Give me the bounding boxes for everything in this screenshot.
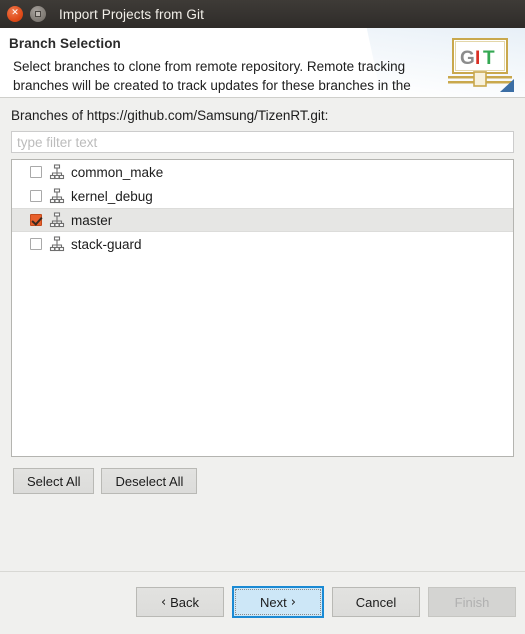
next-button[interactable]: Next › [232, 586, 324, 618]
back-button[interactable]: ‹ Back [136, 587, 224, 617]
finish-button: Finish [428, 587, 516, 617]
dialog-header: Branch Selection Select branches to clon… [0, 28, 525, 98]
branch-name: stack-guard [71, 236, 142, 252]
git-branch-icon [49, 164, 65, 180]
import-projects-dialog: ✕ Import Projects from Git Branch Select… [0, 0, 525, 634]
deselect-all-button[interactable]: Deselect All [101, 468, 198, 494]
select-all-button[interactable]: Select All [13, 468, 95, 494]
dialog-footer: ‹ Back Next › Cancel Finish [0, 571, 525, 634]
list-item[interactable]: common_make [12, 160, 513, 184]
selection-buttons: Select All Deselect All [13, 468, 198, 494]
page-title: Branch Selection [9, 36, 121, 51]
branch-checkbox[interactable] [30, 214, 42, 226]
list-item[interactable]: kernel_debug [12, 184, 513, 208]
wizard-navigation: ‹ Back Next › Cancel Finish [136, 586, 516, 618]
branch-checkbox[interactable] [30, 190, 42, 202]
branch-list[interactable]: common_make kernel_debug master stack-gu… [11, 159, 514, 457]
chevron-left-icon: ‹ [160, 594, 167, 610]
svg-text:G: G [460, 48, 475, 69]
git-branch-icon [49, 212, 65, 228]
list-item[interactable]: stack-guard [12, 232, 513, 256]
branch-name: master [71, 212, 113, 228]
window-title: Import Projects from Git [59, 6, 204, 22]
svg-text:T: T [483, 48, 495, 69]
branch-name: common_make [71, 164, 164, 180]
close-icon[interactable]: ✕ [7, 6, 23, 22]
filter-input[interactable] [11, 131, 514, 153]
next-button-label: Next [260, 594, 287, 610]
branch-checkbox[interactable] [30, 166, 42, 178]
git-branch-icon [49, 188, 65, 204]
git-branch-icon [49, 236, 65, 252]
chevron-right-icon: › [290, 594, 296, 610]
branch-checkbox[interactable] [30, 238, 42, 250]
title-bar: ✕ Import Projects from Git [0, 0, 525, 28]
back-button-label: Back [170, 594, 200, 610]
cancel-button[interactable]: Cancel [332, 587, 420, 617]
branch-name: kernel_debug [71, 188, 153, 204]
git-logo-icon: G I T [448, 38, 514, 92]
list-item[interactable]: master [12, 208, 513, 232]
branches-label: Branches of https://github.com/Samsung/T… [11, 108, 329, 123]
dialog-body: Branches of https://github.com/Samsung/T… [0, 98, 525, 571]
maximize-icon[interactable] [30, 6, 46, 22]
svg-text:I: I [475, 48, 480, 69]
page-description: Select branches to clone from remote rep… [13, 59, 411, 93]
